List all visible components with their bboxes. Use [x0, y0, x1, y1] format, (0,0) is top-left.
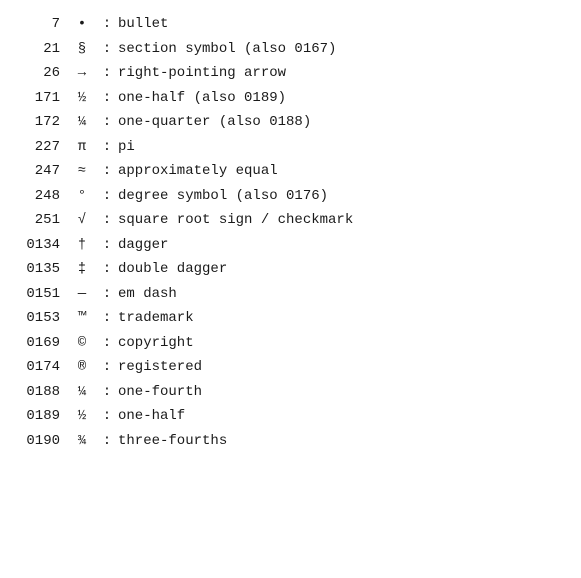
description-cell: em dash — [118, 282, 565, 307]
separator-cell: : — [96, 282, 118, 307]
table-row: 0153™ : trademark — [16, 306, 565, 331]
table-row: 0135‡ : double dagger — [16, 257, 565, 282]
table-row: 247≈ : approximately equal — [16, 159, 565, 184]
table-row: 0189½ : one-half — [16, 404, 565, 429]
description-cell: one-half — [118, 404, 565, 429]
description-cell: trademark — [118, 306, 565, 331]
symbol-cell: → — [68, 61, 96, 86]
separator-cell: : — [96, 86, 118, 111]
code-cell: 0189 — [16, 404, 68, 429]
description-cell: one-quarter (also 0188) — [118, 110, 565, 135]
separator-cell: : — [96, 404, 118, 429]
separator-cell: : — [96, 135, 118, 160]
description-cell: one-fourth — [118, 380, 565, 405]
separator-cell: : — [96, 61, 118, 86]
code-cell: 21 — [16, 37, 68, 62]
symbol-cell: § — [68, 37, 96, 62]
description-cell: approximately equal — [118, 159, 565, 184]
symbol-table: 7• : bullet21§ : section symbol (also 01… — [16, 12, 565, 453]
separator-cell: : — [96, 37, 118, 62]
separator-cell: : — [96, 12, 118, 37]
symbol-cell: ½ — [68, 86, 96, 111]
symbol-cell: ‡ — [68, 257, 96, 282]
table-row: 0169© : copyright — [16, 331, 565, 356]
table-row: 0151— : em dash — [16, 282, 565, 307]
symbol-cell: √ — [68, 208, 96, 233]
description-cell: bullet — [118, 12, 565, 37]
table-row: 0174® : registered — [16, 355, 565, 380]
description-cell: three-fourths — [118, 429, 565, 454]
table-row: 0134† : dagger — [16, 233, 565, 258]
table-row: 0190¾ : three-fourths — [16, 429, 565, 454]
code-cell: 0190 — [16, 429, 68, 454]
symbol-cell: © — [68, 331, 96, 356]
code-cell: 0135 — [16, 257, 68, 282]
table-row: 248° : degree symbol (also 0176) — [16, 184, 565, 209]
separator-cell: : — [96, 355, 118, 380]
table-row: 227π : pi — [16, 135, 565, 160]
description-cell: square root sign / checkmark — [118, 208, 565, 233]
code-cell: 171 — [16, 86, 68, 111]
description-cell: double dagger — [118, 257, 565, 282]
code-cell: 227 — [16, 135, 68, 160]
code-cell: 0174 — [16, 355, 68, 380]
code-cell: 7 — [16, 12, 68, 37]
description-cell: section symbol (also 0167) — [118, 37, 565, 62]
separator-cell: : — [96, 159, 118, 184]
table-row: 172¼ : one-quarter (also 0188) — [16, 110, 565, 135]
symbol-cell: ½ — [68, 404, 96, 429]
separator-cell: : — [96, 257, 118, 282]
table-row: 21§ : section symbol (also 0167) — [16, 37, 565, 62]
code-cell: 248 — [16, 184, 68, 209]
description-cell: registered — [118, 355, 565, 380]
table-row: 171½ : one-half (also 0189) — [16, 86, 565, 111]
code-cell: 0169 — [16, 331, 68, 356]
separator-cell: : — [96, 233, 118, 258]
description-cell: one-half (also 0189) — [118, 86, 565, 111]
table-row: 0188¼ : one-fourth — [16, 380, 565, 405]
separator-cell: : — [96, 306, 118, 331]
separator-cell: : — [96, 110, 118, 135]
symbol-cell: ¼ — [68, 110, 96, 135]
code-cell: 0153 — [16, 306, 68, 331]
description-cell: dagger — [118, 233, 565, 258]
symbol-cell: π — [68, 135, 96, 160]
separator-cell: : — [96, 380, 118, 405]
symbol-cell: † — [68, 233, 96, 258]
symbol-cell: — — [68, 282, 96, 307]
description-cell: pi — [118, 135, 565, 160]
symbol-cell: ® — [68, 355, 96, 380]
code-cell: 0188 — [16, 380, 68, 405]
separator-cell: : — [96, 331, 118, 356]
code-cell: 247 — [16, 159, 68, 184]
symbol-cell: ™ — [68, 306, 96, 331]
symbol-cell: ≈ — [68, 159, 96, 184]
separator-cell: : — [96, 184, 118, 209]
separator-cell: : — [96, 208, 118, 233]
description-cell: right-pointing arrow — [118, 61, 565, 86]
table-row: 251√ : square root sign / checkmark — [16, 208, 565, 233]
symbol-cell: ¾ — [68, 429, 96, 454]
code-cell: 172 — [16, 110, 68, 135]
code-cell: 0151 — [16, 282, 68, 307]
description-cell: degree symbol (also 0176) — [118, 184, 565, 209]
code-cell: 0134 — [16, 233, 68, 258]
separator-cell: : — [96, 429, 118, 454]
code-cell: 251 — [16, 208, 68, 233]
description-cell: copyright — [118, 331, 565, 356]
code-cell: 26 — [16, 61, 68, 86]
table-row: 7• : bullet — [16, 12, 565, 37]
symbol-cell: ¼ — [68, 380, 96, 405]
table-row: 26→ : right-pointing arrow — [16, 61, 565, 86]
symbol-cell: ° — [68, 184, 96, 209]
symbol-cell: • — [68, 12, 96, 37]
